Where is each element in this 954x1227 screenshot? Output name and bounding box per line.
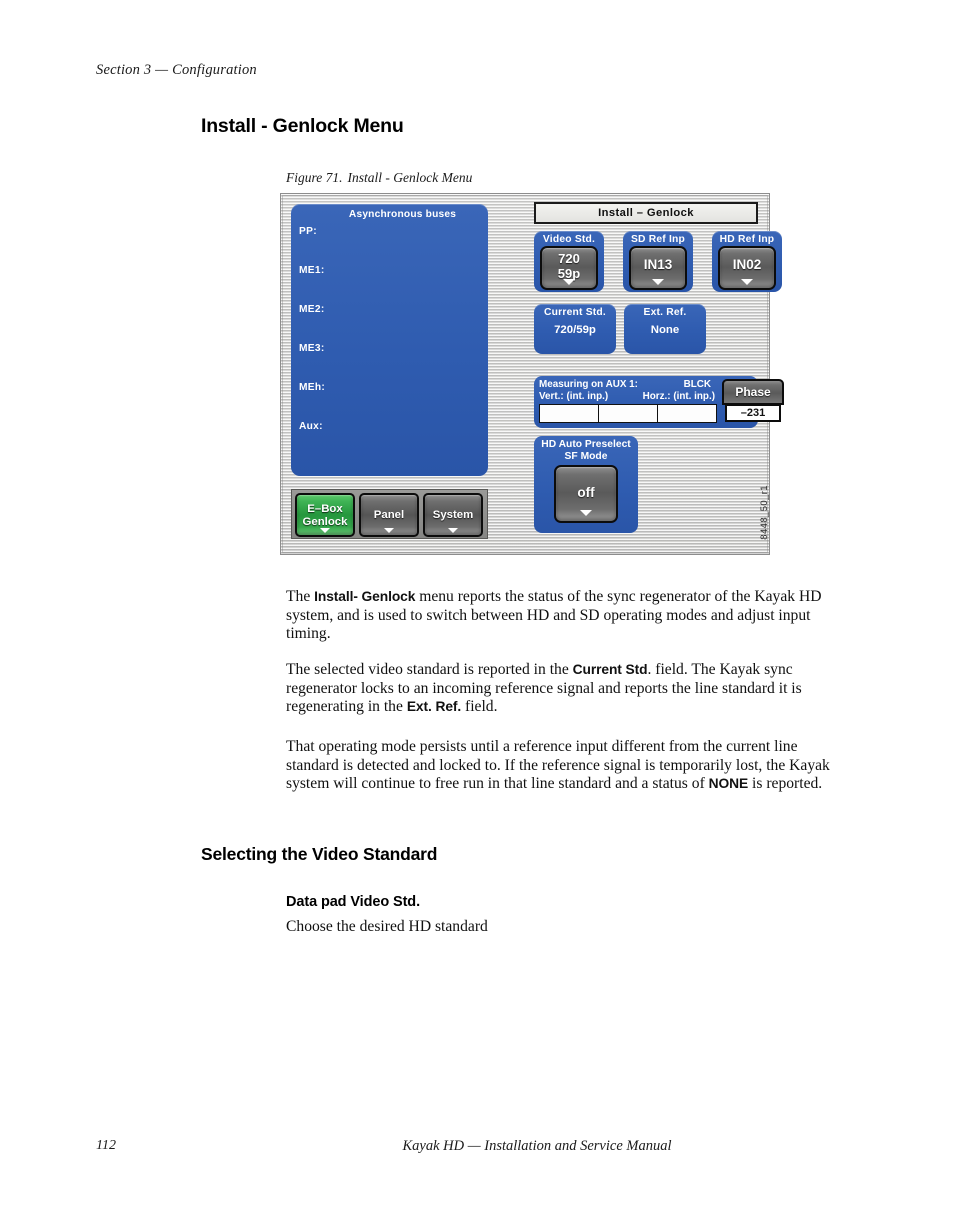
sd-ref-inp-label: SD Ref Inp (630, 234, 686, 245)
phase-control: Phase –231 (722, 379, 784, 425)
measuring-field-2[interactable] (599, 405, 658, 422)
video-std-button[interactable]: 720 59p (540, 246, 598, 290)
chevron-down-icon (384, 528, 394, 533)
bus-label-me1: ME1: (299, 265, 325, 276)
horz-label: Horz.: (642, 391, 671, 402)
ext-ref-tile: Ext. Ref. None (624, 304, 706, 354)
measuring-field-3[interactable] (658, 405, 716, 422)
phase-button[interactable]: Phase (722, 379, 784, 405)
sf-mode-button[interactable]: off (554, 465, 618, 523)
sf-mode-value: off (577, 485, 595, 500)
measuring-field-1[interactable] (540, 405, 599, 422)
sd-ref-inp-tile: SD Ref Inp IN13 (623, 231, 693, 292)
section-heading-selecting-video-standard: Selecting the Video Standard (201, 844, 438, 864)
subsection-heading-data-pad-video-std: Data pad Video Std. (286, 894, 420, 910)
video-std-value-line1: 720 (558, 251, 580, 266)
p2-term-current-std: Current Std (572, 662, 648, 677)
measuring-header-row: Measuring on AUX 1: BLCK (539, 379, 711, 390)
bus-label-me3: ME3: (299, 343, 325, 354)
bus-label-me2: ME2: (299, 304, 325, 315)
figure-reference-code: 8448_50_r1 (759, 485, 770, 540)
measuring-panel: Measuring on AUX 1: BLCK Vert.: (int. in… (534, 376, 784, 428)
sd-ref-inp-button[interactable]: IN13 (629, 246, 687, 290)
mode-button-ebox-genlock[interactable]: E–Box Genlock (295, 493, 355, 537)
hd-auto-preselect-label: HD Auto Preselect (541, 439, 631, 450)
ebox-label: E–Box (307, 503, 343, 515)
genlock-menu-figure: Asynchronous buses PP: ME1: ME2: ME3: ME… (280, 193, 784, 555)
p2-e: field. (461, 698, 498, 716)
system-label: System (432, 509, 474, 521)
p2-term-ext-ref: Ext. Ref. (406, 699, 462, 715)
paragraph-4: Choose the desired HD standard (286, 918, 488, 935)
running-head: Section 3 — Configuration (96, 62, 257, 78)
current-std-tile: Current Std. 720/59p (534, 304, 616, 354)
asynchronous-buses-title: Asynchronous buses (348, 209, 457, 220)
vert-value: (int. inp.) (566, 391, 609, 402)
panel-label: Panel (373, 509, 405, 521)
chevron-down-icon (741, 279, 753, 285)
p1-a: The (286, 588, 315, 605)
figure-caption: Figure 71. Install - Genlock Menu (286, 170, 472, 186)
p2-a: The selected video standard is reported … (286, 661, 573, 678)
p3-term-none: NONE (708, 776, 749, 792)
paragraph-2: The selected video standard is reported … (286, 661, 842, 717)
hd-ref-inp-button[interactable]: IN02 (718, 246, 776, 290)
footer-manual-title: Kayak HD — Installation and Service Manu… (402, 1138, 672, 1154)
mode-button-panel[interactable]: Panel (359, 493, 419, 537)
chevron-down-icon (448, 528, 458, 533)
ext-ref-value: None (650, 324, 680, 336)
paragraph-1: The Install- Genlock menu reports the st… (286, 588, 842, 644)
mode-button-system[interactable]: System (423, 493, 483, 537)
bus-label-pp: PP: (299, 226, 317, 237)
sd-ref-inp-value: IN13 (643, 257, 673, 272)
asynchronous-buses-panel: Asynchronous buses PP: ME1: ME2: ME3: ME… (291, 204, 488, 476)
hd-ref-inp-label: HD Ref Inp (719, 234, 775, 245)
page-title: Install - Genlock Menu (201, 115, 404, 137)
hd-ref-inp-value: IN02 (732, 257, 762, 272)
chevron-down-icon (652, 279, 664, 285)
horz-value: (int. inp.) (673, 391, 715, 402)
measuring-field-group (539, 404, 717, 423)
figure-caption-number: Figure 71. (286, 170, 343, 185)
figure-caption-text: Install - Genlock Menu (347, 170, 473, 185)
chevron-down-icon (563, 279, 575, 285)
measuring-axes-row: Vert.: (int. inp.) Horz.: (int. inp.) (539, 391, 715, 402)
hd-auto-preselect-panel: HD Auto Preselect SF Mode off (534, 436, 638, 533)
current-std-label: Current Std. (544, 307, 606, 318)
chevron-down-icon (320, 528, 330, 533)
bus-label-meh: MEh: (299, 382, 326, 393)
sf-mode-label: SF Mode (564, 451, 608, 462)
measuring-source: BLCK (683, 379, 711, 390)
mode-button-bar: E–Box Genlock Panel System (291, 489, 488, 539)
video-std-label: Video Std. (542, 234, 596, 245)
video-std-tile: Video Std. 720 59p (534, 231, 604, 292)
menu-title-strip: Install – Genlock (534, 202, 758, 224)
phase-value: –231 (725, 404, 781, 422)
p3-c: is reported. (748, 775, 823, 793)
paragraph-3: That operating mode persists until a ref… (286, 738, 842, 794)
chevron-down-icon (580, 510, 592, 516)
vert-label: Vert.: (539, 391, 564, 402)
p1-term-install-genlock: Install- Genlock (314, 589, 416, 604)
current-std-value: 720/59p (554, 324, 596, 336)
bus-label-aux: Aux: (299, 421, 323, 432)
ext-ref-label: Ext. Ref. (643, 307, 687, 318)
hd-ref-inp-tile: HD Ref Inp IN02 (712, 231, 782, 292)
measuring-title: Measuring on AUX 1: (539, 379, 638, 390)
